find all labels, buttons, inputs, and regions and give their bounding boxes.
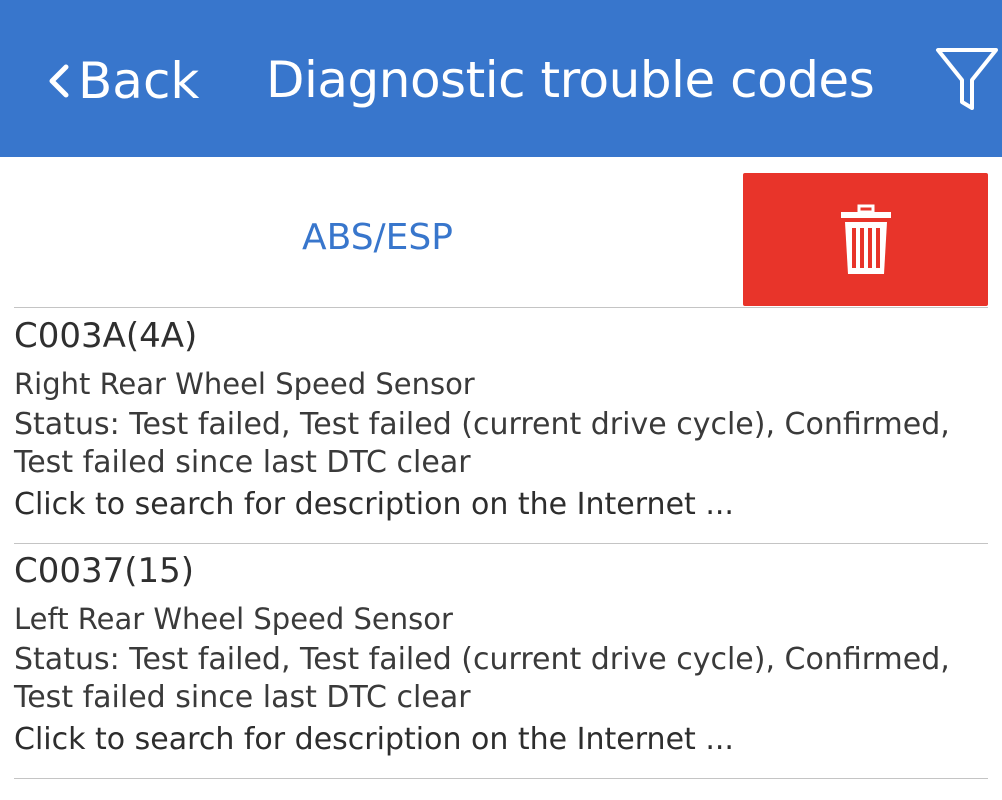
dtc-description: Right Rear Wheel Speed Sensor <box>14 367 475 401</box>
search-internet-link[interactable]: Click to search for description on the I… <box>14 717 988 763</box>
back-button[interactable]: Back <box>44 50 199 112</box>
divider <box>14 307 988 308</box>
delete-codes-button[interactable] <box>743 173 988 306</box>
dtc-description: Left Rear Wheel Speed Sensor <box>14 602 453 636</box>
page-title: Diagnostic trouble codes <box>266 51 875 109</box>
chevron-left-icon <box>49 64 69 98</box>
divider <box>14 778 988 779</box>
dtc-status: Status: Test failed, Test failed (curren… <box>14 642 950 715</box>
divider <box>14 543 988 544</box>
back-label: Back <box>78 52 200 110</box>
filter-icon[interactable] <box>932 42 1002 114</box>
app-header: Back Diagnostic trouble codes <box>0 0 1002 157</box>
trash-icon <box>840 204 891 274</box>
dtc-code: C0037(15) <box>14 551 195 591</box>
dtc-status: Status: Test failed, Test failed (curren… <box>14 407 950 480</box>
module-toolbar: ABS/ESP <box>0 157 1002 308</box>
dtc-code: C003A(4A) <box>14 316 198 356</box>
dtc-item[interactable]: C003A(4A) Right Rear Wheel Speed Sensor … <box>14 312 988 528</box>
search-internet-link[interactable]: Click to search for description on the I… <box>14 482 988 528</box>
module-label: ABS/ESP <box>302 217 453 258</box>
dtc-item[interactable]: C0037(15) Left Rear Wheel Speed Sensor S… <box>14 547 988 763</box>
